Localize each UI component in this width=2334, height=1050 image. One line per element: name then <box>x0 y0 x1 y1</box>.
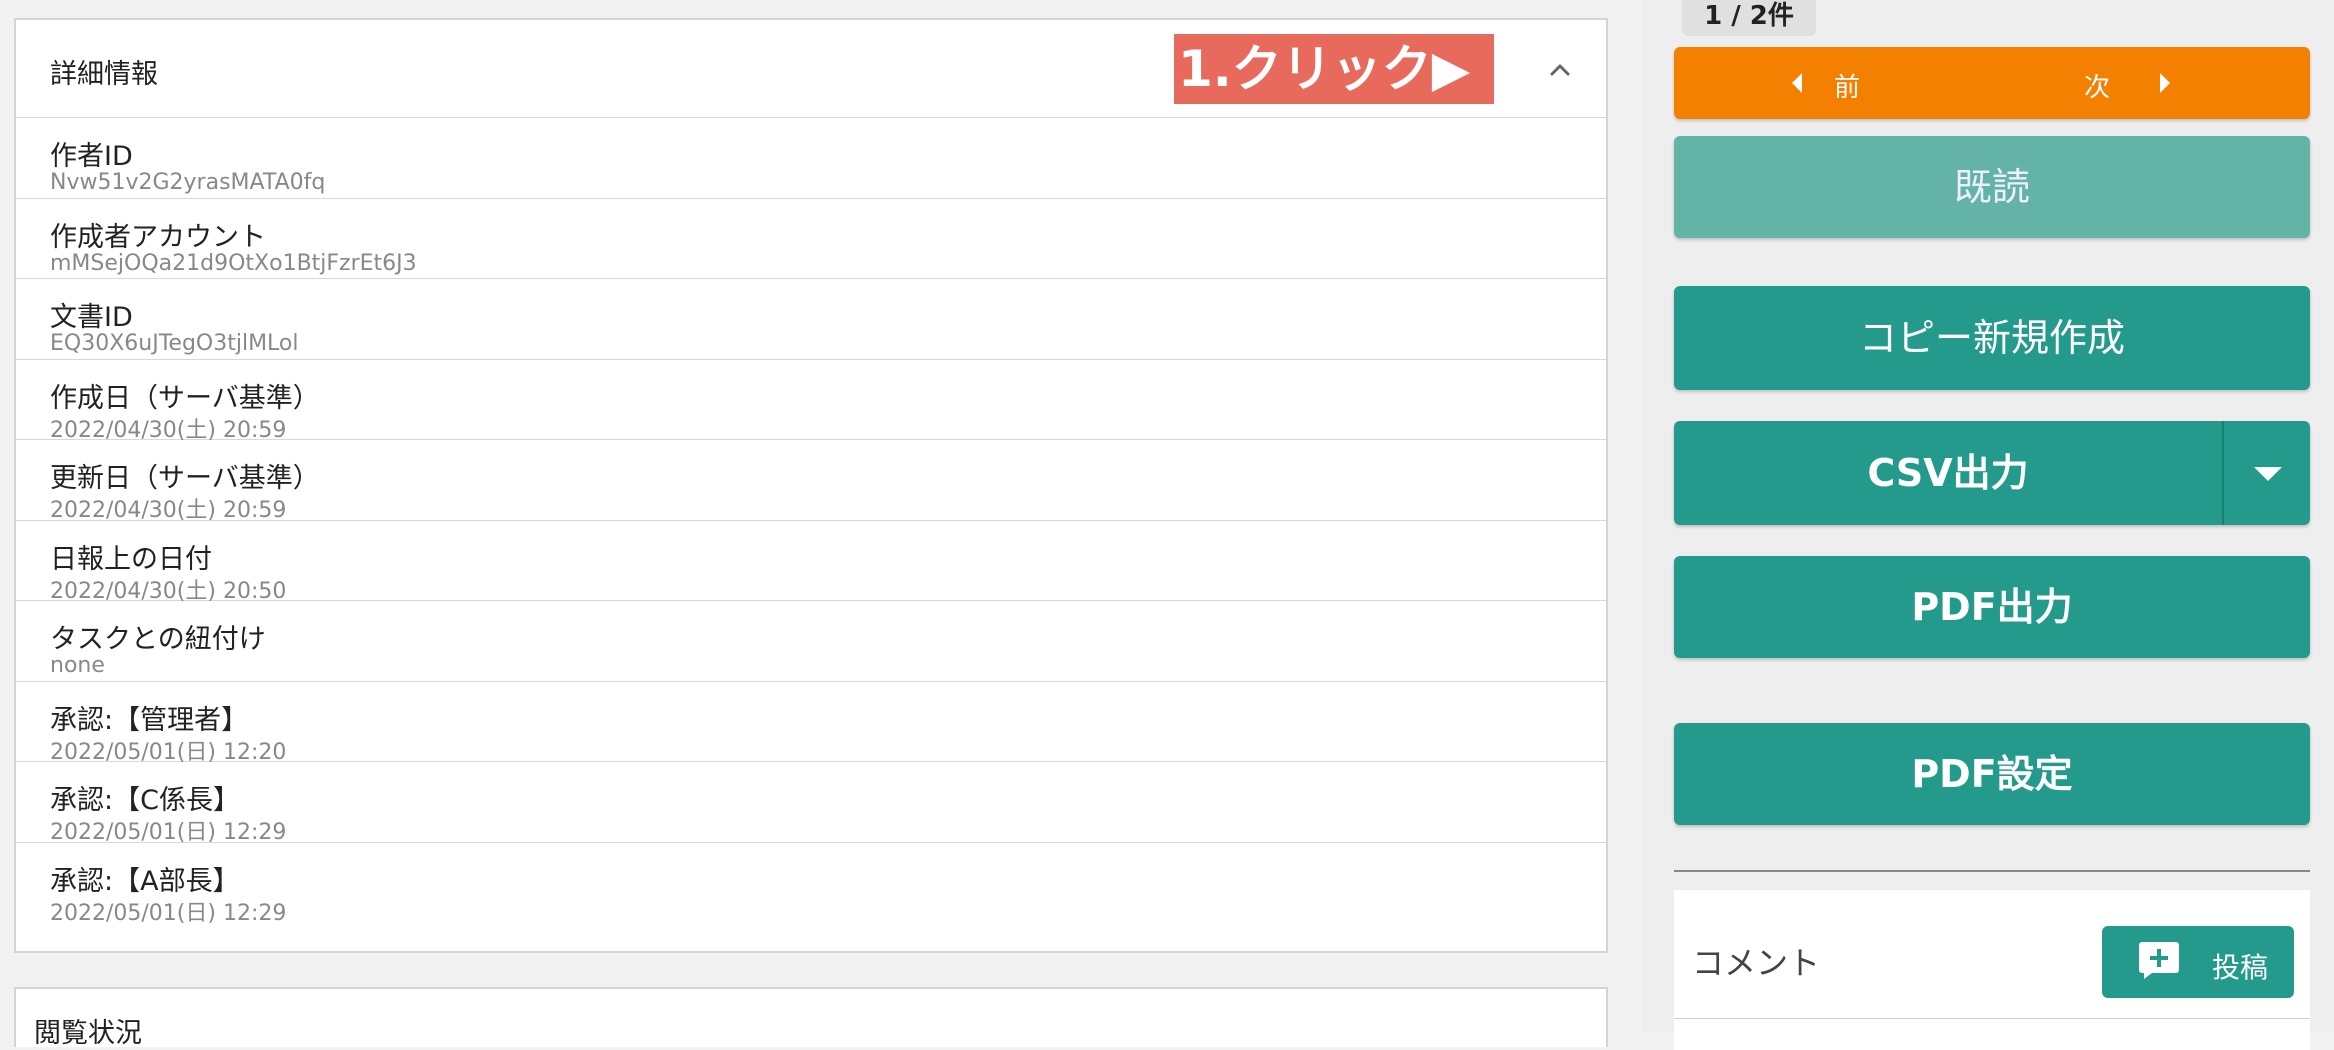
chevron-up-icon <box>1550 64 1570 76</box>
detail-panel-title: 詳細情報 <box>50 59 158 90</box>
detail-row-value: 2022/05/01(日) 12:20 <box>50 739 287 765</box>
detail-row-label: 承認:【C係長】 <box>50 785 240 816</box>
divider <box>1674 870 2310 872</box>
detail-row: 作成日（サーバ基準） 2022/04/30(土) 20:59 <box>16 360 1606 443</box>
csv-export-group: CSV出力 <box>1674 421 2310 525</box>
pager-count: 1 / 2件 <box>1682 0 1816 36</box>
detail-row: 作者ID Nvw51v2G2yrasMATA0fq <box>16 118 1606 199</box>
view-status-title: 閲覧状況 <box>34 1018 142 1049</box>
detail-row: 承認:【A部長】 2022/05/01(日) 12:29 <box>16 843 1606 926</box>
caret-left-icon <box>1792 73 1802 93</box>
caret-right-icon <box>2160 73 2170 93</box>
next-button[interactable]: 次 <box>2084 47 2244 119</box>
next-label: 次 <box>2084 73 2111 103</box>
comment-section: コメント 投稿 <box>1674 890 2310 1050</box>
detail-row-label: 作者ID <box>50 141 133 172</box>
detail-row: 承認:【管理者】 2022/05/01(日) 12:20 <box>16 682 1606 765</box>
collapse-button[interactable] <box>1540 52 1580 88</box>
main-content: 詳細情報 1.クリック▶ 作者ID Nvw51v2G2yrasMATA0fq 作… <box>0 0 1642 1049</box>
detail-row-label: 更新日（サーバ基準） <box>50 463 320 494</box>
copy-new-button[interactable]: コピー新規作成 <box>1674 286 2310 390</box>
detail-row-value: 2022/04/30(土) 20:59 <box>50 498 287 523</box>
post-comment-button[interactable]: 投稿 <box>2102 926 2294 998</box>
detail-row-label: 日報上の日付 <box>50 543 212 575</box>
detail-row: 承認:【C係長】 2022/05/01(日) 12:29 <box>16 762 1606 845</box>
detail-row: タスクとの紐付け none <box>16 601 1606 682</box>
detail-row-value: 2022/04/30(土) 20:59 <box>50 417 287 443</box>
prev-button[interactable]: 前 <box>1792 47 1952 119</box>
prev-label: 前 <box>1834 73 1861 103</box>
annotation-click-label: 1.クリック▶ <box>1174 34 1494 104</box>
detail-row-label: 承認:【A部長】 <box>50 865 240 897</box>
view-status-panel[interactable]: 閲覧状況 <box>14 987 1608 1049</box>
detail-row-label: 文書ID <box>50 302 133 333</box>
detail-row: 文書ID EQ30X6uJTegO3tjlMLol <box>16 279 1606 360</box>
detail-row-label: 承認:【管理者】 <box>50 704 249 736</box>
detail-row: 日報上の日付 2022/04/30(土) 20:50 <box>16 521 1606 604</box>
detail-row-value: none <box>50 653 105 678</box>
csv-dropdown-button[interactable] <box>2224 421 2310 525</box>
detail-row-value: EQ30X6uJTegO3tjlMLol <box>50 331 299 356</box>
detail-rows: 作者ID Nvw51v2G2yrasMATA0fq 作成者アカウント mMSej… <box>16 118 1606 926</box>
csv-export-button[interactable]: CSV出力 <box>1674 421 2222 525</box>
pager-nav: 前 次 <box>1674 47 2310 119</box>
detail-panel-header[interactable]: 詳細情報 1.クリック▶ <box>16 20 1606 118</box>
mark-read-button[interactable]: 既読 <box>1674 136 2310 238</box>
detail-row-value: 2022/04/30(土) 20:50 <box>50 578 287 604</box>
detail-row-label: タスクとの紐付け <box>50 624 266 655</box>
detail-panel: 詳細情報 1.クリック▶ 作者ID Nvw51v2G2yrasMATA0fq 作… <box>14 18 1608 953</box>
detail-row: 作成者アカウント mMSejOQa21d9OtXo1BtjFzrEt6J3 <box>16 199 1606 279</box>
detail-row-value: Nvw51v2G2yrasMATA0fq <box>50 170 326 195</box>
plus-comment-icon <box>2139 942 2179 979</box>
detail-row: 更新日（サーバ基準） 2022/04/30(土) 20:59 <box>16 440 1606 523</box>
caret-down-icon <box>2254 467 2282 481</box>
comment-label: コメント <box>1692 944 1821 982</box>
detail-row-value: mMSejOQa21d9OtXo1BtjFzrEt6J3 <box>50 250 417 276</box>
detail-row-value: 2022/05/01(日) 12:29 <box>50 820 287 845</box>
pdf-export-button[interactable]: PDF出力 <box>1674 556 2310 658</box>
detail-row-label: 作成者アカウント <box>50 221 266 253</box>
post-comment-label: 投稿 <box>2212 951 2269 984</box>
pdf-settings-button[interactable]: PDF設定 <box>1674 723 2310 825</box>
detail-row-label: 作成日（サーバ基準） <box>50 382 320 414</box>
comment-divider <box>1674 1018 2310 1019</box>
detail-row-value: 2022/05/01(日) 12:29 <box>50 900 287 926</box>
